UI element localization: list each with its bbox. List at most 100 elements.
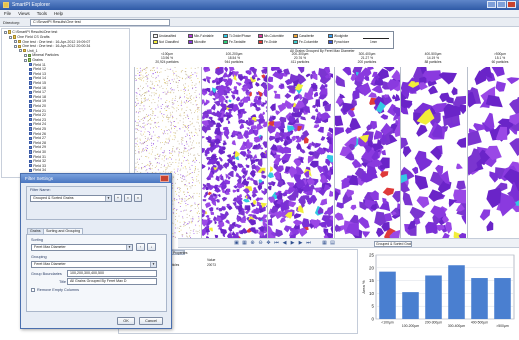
field-icon [29, 141, 33, 145]
field-icon [29, 99, 33, 104]
prev-icon[interactable]: ◀ [282, 241, 287, 246]
column-header: 200-300µm 20.76 % 411 particles [267, 52, 333, 68]
tree-item-label: Field 21 [33, 108, 46, 113]
directory-input[interactable]: C:\SmartPI Results\One test [30, 19, 170, 26]
chevron-down-icon[interactable]: ▼ [105, 196, 111, 201]
legend-swatch [153, 34, 158, 38]
legend-item: Microlite [188, 40, 206, 45]
next-icon[interactable]: ▶ [298, 241, 303, 246]
particle-column[interactable] [400, 67, 466, 238]
tree-item-label: Field 18 [33, 94, 46, 99]
sort-ascending-button[interactable]: ↑ [136, 243, 145, 251]
minimize-button[interactable] [487, 1, 496, 8]
legend-swatch [258, 40, 263, 44]
last-icon[interactable]: ⏭ [306, 241, 311, 246]
sort-descending-button[interactable]: ↓ [147, 243, 156, 251]
mineral-legend: 1mm Unclassified Min-F.sintable Ti-Oxide/P… [150, 31, 394, 49]
copy-icon[interactable]: ▣ [234, 241, 239, 246]
tree-item-label: Field 17 [33, 90, 46, 95]
close-button[interactable] [507, 1, 516, 8]
sorting-select[interactable]: Feret Max Diameter ▼ [31, 244, 133, 251]
legend-swatch [328, 34, 333, 38]
group-boundaries-input[interactable]: 100,200,300,400,500 [67, 270, 157, 277]
expand-icon[interactable] [24, 58, 27, 62]
particle-image [268, 67, 333, 238]
ok-button[interactable]: OK [117, 317, 135, 325]
y-tick-label: 10 [369, 291, 375, 296]
legend-swatch [223, 40, 228, 44]
tree-item-label: Field 16 [33, 85, 46, 90]
x-tick-label: 200-300µm [425, 321, 442, 325]
legend-label: Mn-Columbite [264, 34, 284, 38]
expand-icon[interactable] [14, 44, 17, 48]
expand-icon[interactable] [9, 35, 12, 39]
results-tree[interactable]: C:\SmartPI Results\One test One Field CS… [1, 28, 130, 178]
legend-item: Unclassified [153, 34, 176, 39]
tree-item-label: Field 30 [33, 150, 46, 154]
expand-icon[interactable] [19, 49, 22, 53]
cancel-button[interactable]: Cancel [139, 317, 163, 325]
chart-icon[interactable]: ▤ [330, 241, 335, 246]
window-titlebar: SmartPI Explorer [0, 0, 519, 10]
first-icon[interactable]: ⏮ [274, 241, 279, 246]
bar [425, 275, 442, 319]
particle-column[interactable] [334, 67, 400, 238]
legend-item: Not Classified [153, 40, 179, 45]
filter-select[interactable]: Grouped & Sorted Grains [374, 240, 412, 247]
field-icon [29, 127, 33, 131]
field-icon [29, 90, 33, 94]
particle-column[interactable] [267, 67, 333, 238]
chevron-down-icon[interactable]: ▼ [126, 245, 132, 250]
grouping-label: Grouping [31, 255, 47, 259]
zoom-out-icon[interactable]: ⊖ [258, 241, 263, 246]
chevron-down-icon[interactable]: ▼ [150, 262, 156, 267]
zoom-in-icon[interactable]: ⊕ [250, 241, 255, 246]
menu-help[interactable]: Help [54, 10, 63, 17]
tree-item-label: One test : One test : 16-Apr-2012 19:09:… [22, 39, 91, 44]
filter-name-select[interactable]: Grouped & Sorted Grains ▼ [30, 195, 112, 202]
tree-item-label: Field 19 [33, 99, 46, 104]
field-icon [29, 95, 33, 99]
legend-item: Pyrochlore [328, 40, 349, 45]
legend-label: Pyrochlore [334, 40, 350, 44]
tree-item-label: Field 14 [33, 76, 46, 81]
x-tick-label: 100-200µm [402, 324, 419, 328]
properties-tab[interactable]: Properties [171, 250, 188, 255]
legend-label: Fe-Oxide [264, 40, 278, 44]
column-header: 100-200µm 18.54 % 944 particles [201, 52, 267, 68]
add-filter-button[interactable]: + [114, 194, 122, 202]
menu-file[interactable]: File [4, 10, 11, 17]
maximize-button[interactable] [497, 1, 506, 8]
y-tick-label: 0 [371, 317, 374, 322]
title-label: Title [59, 280, 67, 284]
field-icon [29, 155, 33, 159]
menu-tools[interactable]: Tools [37, 10, 47, 17]
dialog-close-button[interactable] [160, 175, 169, 182]
window-controls [487, 1, 516, 8]
field-icon [29, 132, 33, 136]
menu-views[interactable]: Views [18, 10, 30, 17]
expand-icon[interactable] [14, 40, 17, 44]
particle-image [468, 67, 519, 232]
legend-label: Fe-Tantalite [229, 40, 246, 44]
title-input[interactable]: All Grains Grouped By Feret Max D [67, 278, 157, 285]
pan-icon[interactable]: ✥ [266, 241, 271, 246]
expand-icon[interactable] [24, 53, 27, 57]
field-icon [29, 136, 33, 140]
particle-column[interactable] [467, 67, 519, 238]
play-icon[interactable]: ▶ [290, 241, 295, 246]
tree-item-label: Field 25 [33, 127, 46, 131]
tree-item-label: Field 26 [33, 131, 46, 136]
grouping-select[interactable]: Feret Max Diameter ▼ [31, 261, 157, 268]
save-filter-button[interactable]: ▪ [124, 194, 132, 202]
particle-column[interactable] [201, 67, 267, 238]
delete-filter-button[interactable]: × [134, 194, 142, 202]
save-icon[interactable]: ▦ [242, 241, 247, 246]
column-header: >500µm 15.1 % 60 particles [467, 52, 519, 68]
tree-item-label: Field 23 [33, 117, 46, 122]
field-icon [29, 109, 33, 113]
grid-icon[interactable]: ▦ [322, 241, 327, 246]
tree-root[interactable]: C:\SmartPI Results\One test [4, 30, 57, 35]
remove-empty-checkbox[interactable] [31, 288, 35, 292]
expand-icon[interactable] [4, 30, 7, 34]
